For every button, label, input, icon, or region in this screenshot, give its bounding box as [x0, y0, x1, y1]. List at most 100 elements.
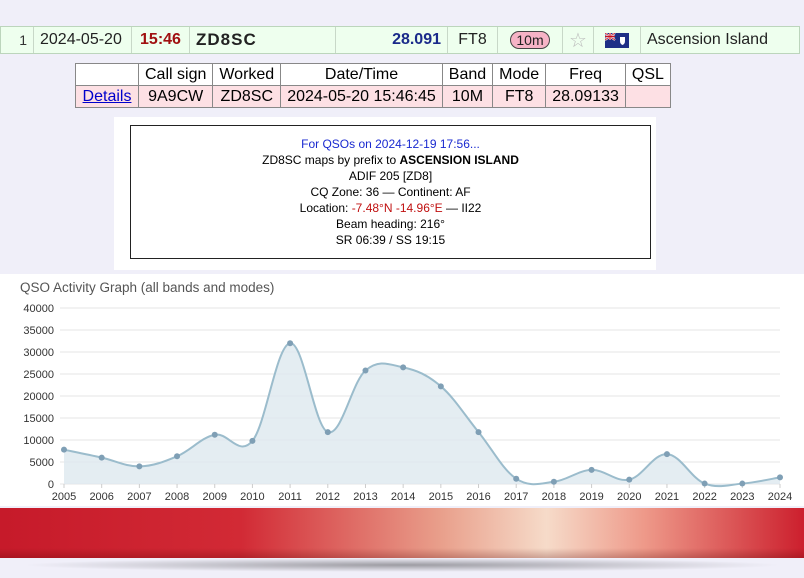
cell-datetime: 2024-05-20 15:46:45	[280, 85, 443, 108]
info-location: Location: -7.48°N -14.96°E — II22	[131, 200, 650, 216]
series-area	[64, 343, 780, 487]
info-qso-date: For QSOs on 2024-12-19 17:56...	[301, 137, 480, 151]
x-tick-label: 2015	[429, 491, 453, 503]
qso-table-header: Call sign Worked Date/Time Band Mode Fre…	[75, 63, 671, 86]
row-mode: FT8	[448, 27, 498, 53]
y-tick-label: 0	[48, 479, 54, 491]
header-freq: Freq	[545, 63, 626, 86]
footer-gradient-band	[0, 508, 804, 558]
data-point	[174, 453, 181, 460]
header-empty	[75, 63, 139, 86]
info-grid: — II22	[442, 201, 482, 215]
data-point	[437, 383, 444, 390]
header-worked: Worked	[212, 63, 282, 86]
header-qsl: QSL	[624, 63, 671, 86]
row-date: 2024-05-20	[34, 27, 132, 53]
y-tick-label: 5000	[30, 457, 54, 469]
x-tick-label: 2024	[768, 491, 792, 503]
y-tick-label: 40000	[23, 303, 54, 315]
data-point	[550, 478, 557, 485]
x-tick-label: 2014	[391, 491, 415, 503]
data-point	[136, 463, 143, 470]
cell-mode: FT8	[492, 85, 547, 108]
data-point	[513, 475, 520, 482]
y-tick-label: 10000	[23, 435, 54, 447]
info-prefix-text: ZD8SC maps by prefix to	[262, 153, 400, 167]
info-zone: CQ Zone: 36 — Continent: AF	[310, 185, 471, 199]
y-tick-label: 25000	[23, 369, 54, 381]
band-badge: 10m	[510, 31, 550, 49]
qso-table: Call sign Worked Date/Time Band Mode Fre…	[75, 63, 671, 108]
x-tick-label: 2009	[202, 491, 226, 503]
cell-worked: ZD8SC	[212, 85, 282, 108]
x-tick-label: 2018	[542, 491, 566, 503]
data-point	[400, 364, 407, 371]
x-tick-label: 2021	[655, 491, 679, 503]
table-row: Details 9A9CW ZD8SC 2024-05-20 15:46:45 …	[75, 85, 671, 108]
prefix-info-panel: For QSOs on 2024-12-19 17:56... ZD8SC ma…	[114, 117, 656, 270]
row-frequency: 28.091	[336, 27, 448, 53]
y-tick-label: 30000	[23, 347, 54, 359]
x-tick-label: 2020	[617, 491, 641, 503]
y-tick-label: 35000	[23, 325, 54, 337]
cell-freq: 28.09133	[545, 85, 626, 108]
x-tick-label: 2016	[466, 491, 490, 503]
results-row[interactable]: 1 2024-05-20 15:46 ZD8SC 28.091 FT8 10m …	[0, 26, 800, 54]
row-time: 15:46	[132, 27, 190, 53]
details-link[interactable]: Details	[83, 88, 132, 105]
row-callsign: ZD8SC	[190, 27, 336, 53]
info-coordinates: -7.48°N -14.96°E	[351, 201, 443, 215]
flag-icon	[594, 27, 641, 53]
x-tick-label: 2017	[504, 491, 528, 503]
row-country: Ascension Island	[647, 31, 768, 48]
x-tick-label: 2019	[579, 491, 603, 503]
details-cell: Details	[75, 85, 139, 108]
data-point	[324, 429, 331, 436]
data-point	[739, 480, 746, 487]
chart-title: QSO Activity Graph (all bands and modes)	[20, 280, 275, 295]
row-band-cell: 10m	[498, 27, 563, 53]
x-tick-label: 2012	[316, 491, 340, 503]
x-tick-label: 2023	[730, 491, 754, 503]
data-point	[701, 480, 708, 487]
prefix-info-box: For QSOs on 2024-12-19 17:56... ZD8SC ma…	[130, 125, 651, 259]
data-point	[61, 446, 67, 453]
info-prefix-map: ZD8SC maps by prefix to ASCENSION ISLAND	[131, 152, 650, 168]
data-point	[588, 466, 595, 473]
y-tick-label: 20000	[23, 391, 54, 403]
data-point	[98, 454, 105, 461]
info-country-name: ASCENSION ISLAND	[399, 153, 519, 167]
info-location-label: Location:	[299, 201, 352, 215]
data-point	[362, 367, 369, 374]
qso-activity-chart-panel: QSO Activity Graph (all bands and modes)…	[0, 274, 804, 506]
favorite-star-icon[interactable]: ☆	[563, 27, 594, 53]
cell-band: 10M	[441, 85, 494, 108]
x-tick-label: 2010	[240, 491, 264, 503]
header-mode: Mode	[492, 63, 547, 86]
header-band: Band	[441, 63, 494, 86]
x-tick-label: 2022	[692, 491, 716, 503]
qso-activity-chart: 0 5000 10000 15000 20000 25000 30000 35000 40000…	[23, 303, 792, 503]
data-point	[475, 429, 482, 436]
data-point	[626, 476, 633, 483]
x-tick-label: 2007	[127, 491, 151, 503]
info-adif: ADIF 205 [ZD8]	[348, 169, 433, 183]
data-point	[287, 340, 294, 347]
info-sunrise-sunset: SR 06:39 / SS 19:15	[335, 233, 446, 247]
ascension-flag-icon	[605, 32, 629, 48]
footer-shadow	[20, 558, 784, 572]
header-callsign: Call sign	[137, 63, 214, 86]
data-point	[249, 437, 256, 444]
data-point	[663, 451, 670, 458]
y-tick-label: 15000	[23, 413, 54, 425]
row-index: 1	[1, 27, 34, 53]
x-tick-label: 2005	[52, 491, 76, 503]
data-point	[211, 431, 218, 438]
x-tick-label: 2008	[165, 491, 189, 503]
info-beam-heading: Beam heading: 216°	[336, 217, 445, 231]
x-tick-label: 2006	[89, 491, 113, 503]
x-tick-label: 2011	[278, 491, 302, 503]
data-point	[777, 474, 783, 481]
cell-callsign: 9A9CW	[137, 85, 214, 108]
x-tick-label: 2013	[353, 491, 377, 503]
